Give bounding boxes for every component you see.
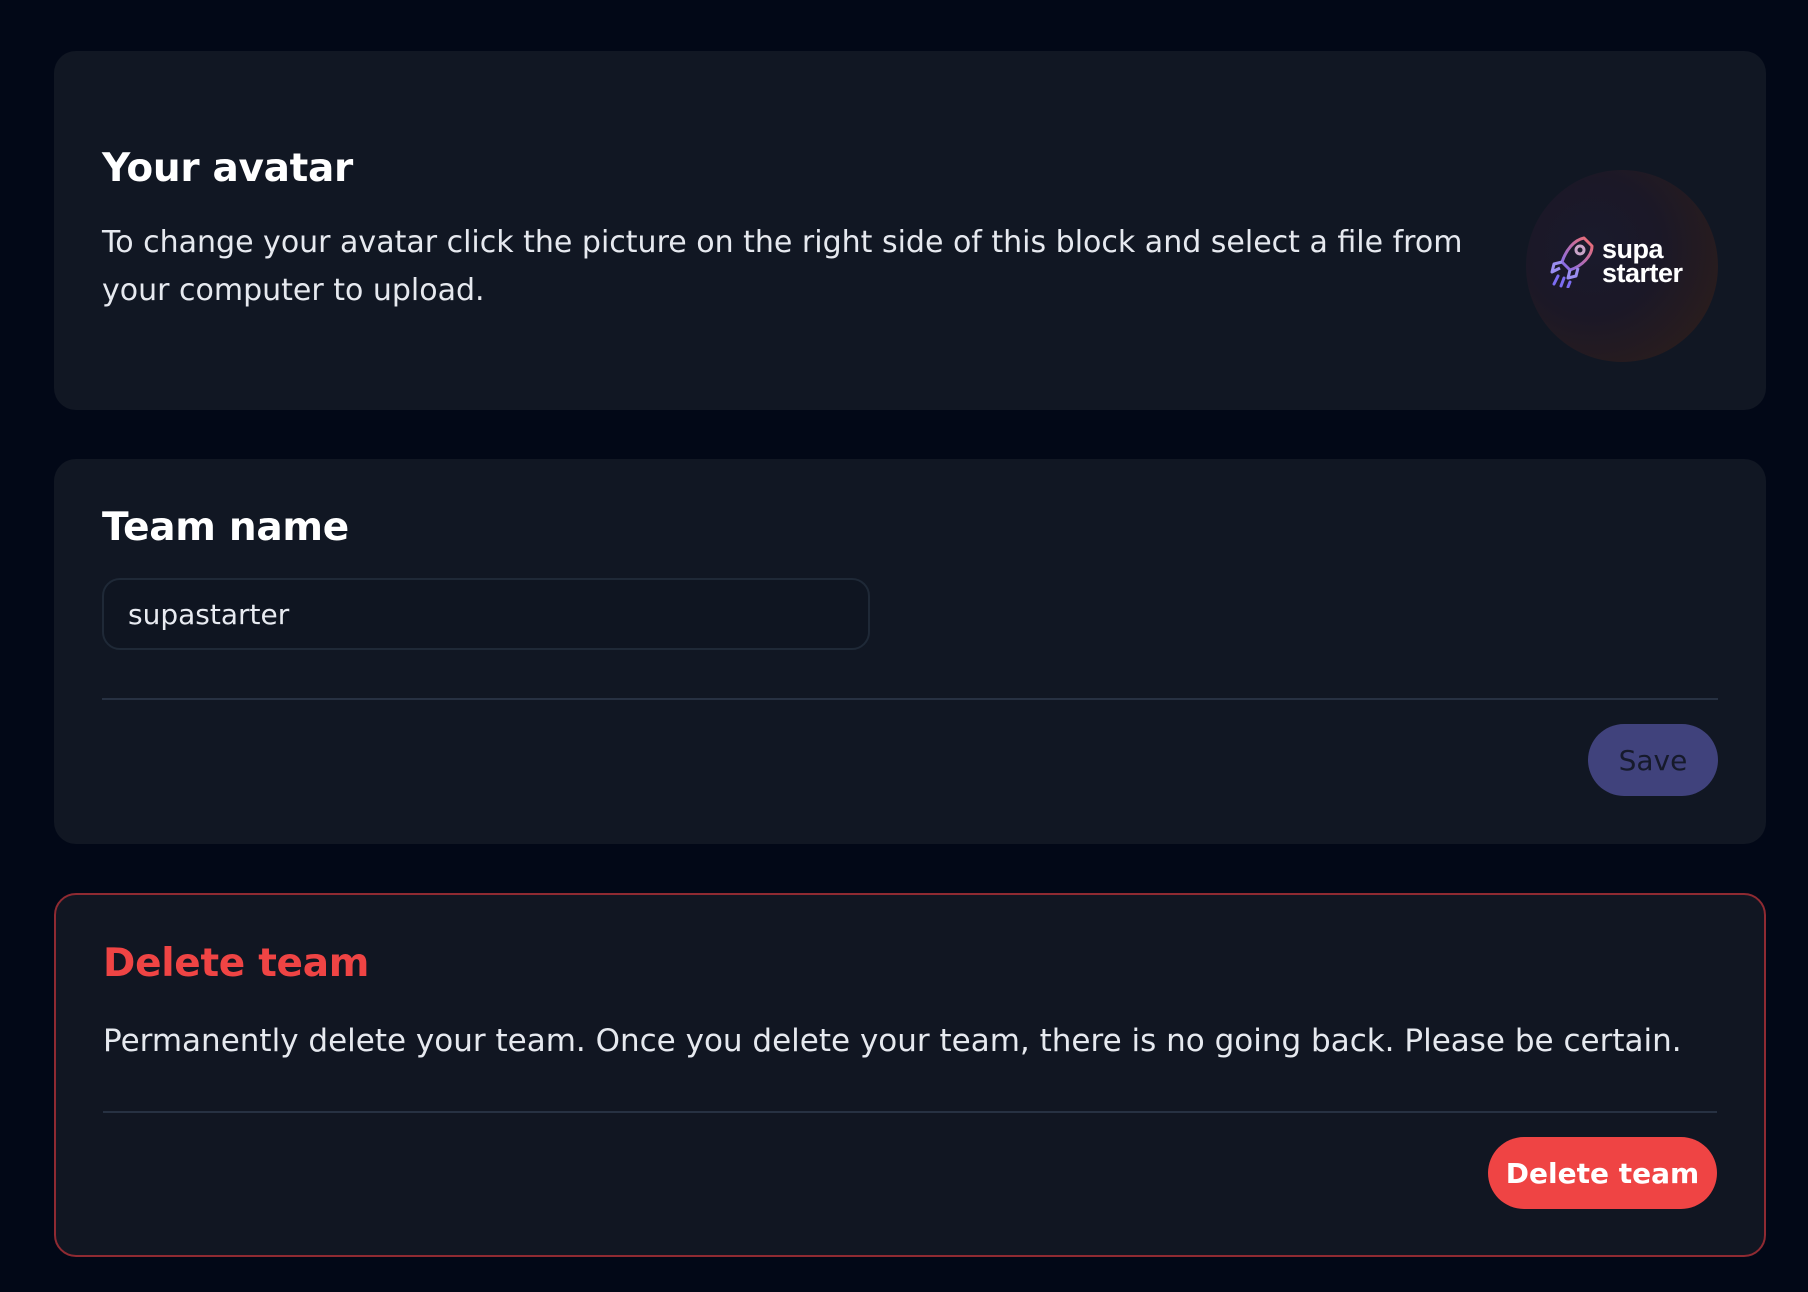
delete-team-description: Permanently delete your team. Once you d… [103,1023,1682,1059]
page: Your avatar To change your avatar click … [0,0,1808,1292]
delete-team-title: Delete team [103,941,370,986]
team-name-card: Team name Save [54,459,1766,844]
avatar-card: Your avatar To change your avatar click … [54,51,1766,410]
rocket-icon [1550,236,1594,288]
avatar-description: To change your avatar click the picture … [102,225,1463,308]
team-name-title: Team name [102,505,349,550]
save-button[interactable]: Save [1588,724,1718,796]
delete-team-card: Delete team Permanently delete your team… [54,893,1766,1257]
danger-card-divider [103,1111,1717,1113]
team-card-divider [102,698,1718,700]
delete-team-button[interactable]: Delete team [1488,1137,1717,1209]
team-name-input[interactable] [102,578,870,650]
supastarter-logo: supa starter [1548,234,1683,288]
logo-wordmark: supa starter [1602,234,1683,288]
avatar-title: Your avatar [102,146,353,191]
avatar-image[interactable]: supa starter [1526,170,1718,362]
